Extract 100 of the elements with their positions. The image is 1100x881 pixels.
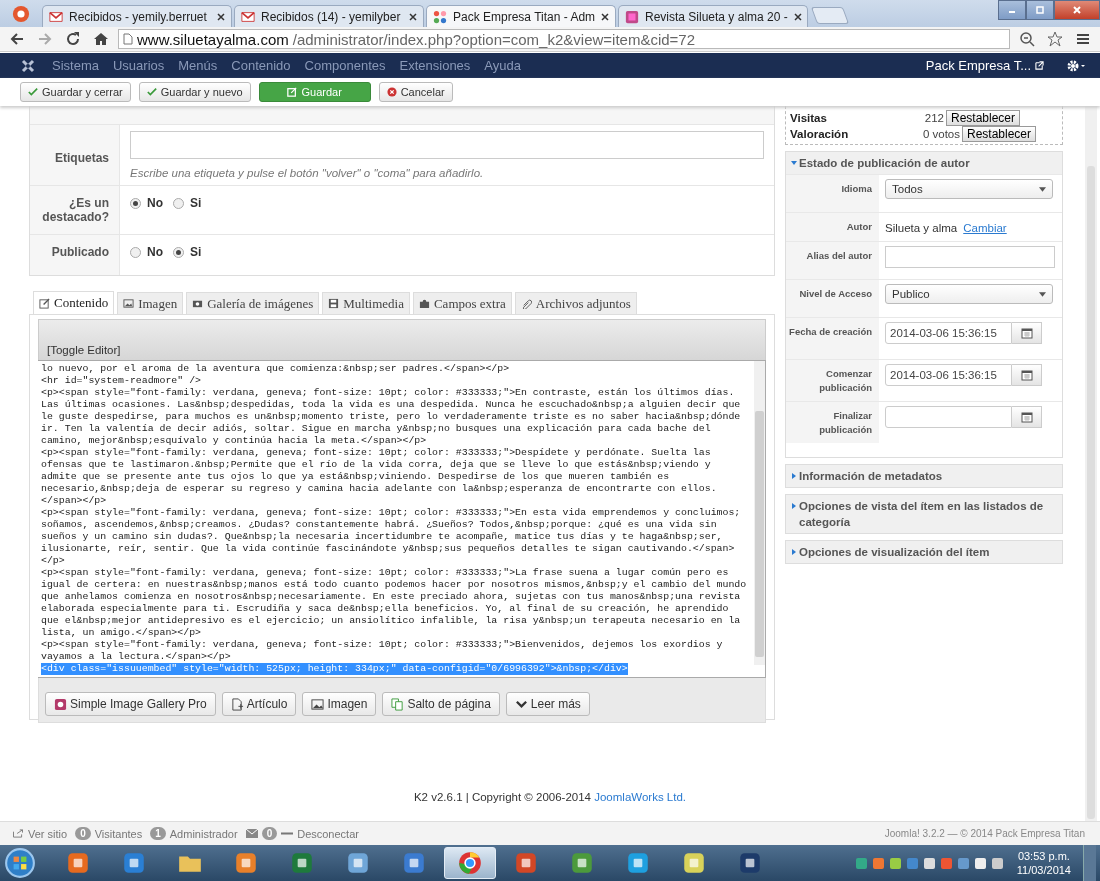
site-link[interactable]: Pack Empresa T... — [925, 58, 1031, 73]
radio-label[interactable]: Si — [190, 245, 202, 259]
menu-item[interactable]: Menús — [178, 58, 218, 73]
field-label: Autor — [846, 221, 872, 232]
editor-tab[interactable]: Imagen — [117, 292, 184, 314]
editor-tab[interactable]: Archivos adjuntos — [514, 292, 637, 314]
tray-icon[interactable] — [991, 857, 1003, 869]
view-site-link[interactable]: Ver sitio — [28, 827, 68, 840]
reset-button[interactable]: Restablecer — [962, 126, 1037, 142]
menu-icon[interactable] — [1075, 31, 1091, 47]
save-button[interactable]: Guardar y cerrar — [20, 82, 131, 102]
editor-button[interactable]: Artículo — [221, 692, 297, 716]
start-button[interactable] — [4, 847, 36, 879]
radio-label[interactable]: Si — [190, 196, 202, 210]
editor-tab[interactable]: Multimedia — [322, 292, 410, 314]
close-icon[interactable] — [793, 12, 802, 21]
code-line: <p><span style="font-family: verdana, geneva; font-size: 10pt; color: #333333;">Despídete y perdónate. Suelta las — [41, 447, 711, 459]
date-field[interactable] — [885, 406, 1012, 428]
editor-button[interactable]: Imagen — [302, 692, 377, 716]
footer-link[interactable]: JoomlaWorks Ltd. — [594, 791, 687, 803]
menu-item[interactable]: Extensiones — [399, 58, 471, 73]
tags-field[interactable] — [130, 131, 764, 159]
calendar-icon — [1020, 369, 1033, 381]
radio-button[interactable] — [130, 247, 141, 258]
code-line: </p> — [41, 555, 65, 567]
calendar-button[interactable] — [1012, 322, 1042, 344]
clock-time: 03:53 p.m. — [1017, 849, 1070, 863]
accordion-header[interactable]: Opciones de visualización del ítem — [786, 541, 1062, 563]
calendar-icon — [1020, 327, 1033, 339]
stat-value: 212 — [923, 112, 944, 124]
alias-field[interactable] — [885, 246, 1055, 268]
field-label: Nivel de Acceso — [799, 288, 872, 299]
scrollbar[interactable] — [754, 361, 765, 665]
tray-icon[interactable] — [889, 857, 901, 869]
accordion-header[interactable]: Opciones de vista del ítem en las listados de categoría — [786, 495, 1062, 533]
browser-tab[interactable]: Pack Empresa Titan - Adm — [426, 5, 616, 27]
browser-tab[interactable]: Recibidos (14) - yemilyber — [234, 5, 424, 27]
close-button[interactable] — [1054, 0, 1100, 20]
close-icon[interactable] — [409, 12, 417, 21]
toggle-editor-link[interactable]: [Toggle Editor] — [47, 344, 121, 356]
editor-button[interactable]: Leer más — [505, 692, 590, 716]
paperclip-icon — [520, 298, 532, 309]
close-icon[interactable] — [217, 12, 225, 21]
editor-tab[interactable]: Contenido — [33, 291, 115, 314]
menu-item[interactable]: Sistema — [52, 58, 99, 73]
zoom-icon[interactable] — [1019, 31, 1035, 47]
calendar-button[interactable] — [1012, 406, 1042, 428]
maximize-button[interactable] — [1026, 0, 1054, 20]
section-title[interactable]: Estado de publicación de autor — [799, 155, 1057, 171]
star-icon[interactable] — [1047, 31, 1063, 47]
radio-button[interactable] — [130, 198, 141, 209]
browser-tab[interactable]: Revista Silueta y alma 20 - — [618, 5, 808, 27]
close-icon[interactable] — [601, 12, 610, 21]
menu-item[interactable]: Ayuda — [484, 58, 521, 73]
editor-button[interactable]: Salto de página — [382, 692, 500, 716]
back-icon[interactable] — [9, 31, 25, 47]
editor-button[interactable]: Simple Image Gallery Pro — [45, 692, 216, 716]
browser-tab[interactable]: Recibidos - yemily.berruet — [42, 5, 232, 27]
address-bar[interactable]: www.siluetayalma.com /administrator/index.php?option=com_k2&view=item&cid=72 — [118, 29, 1010, 49]
tray-icon[interactable] — [872, 857, 884, 869]
browser-menu-icon[interactable] — [12, 5, 30, 23]
count-badge: 1 — [150, 827, 166, 840]
home-icon[interactable] — [93, 31, 109, 47]
radio-label[interactable]: No — [147, 196, 163, 210]
pencil-icon — [287, 87, 298, 97]
tray-icon[interactable] — [855, 857, 867, 869]
menu-item[interactable]: Componentes — [304, 58, 386, 73]
settings-icon[interactable] — [1066, 58, 1086, 73]
code-line: <p><span style="font-family: verdana, geneva; font-size: 10pt; color: #333333;">En contraste, están los últimos días. — [41, 387, 735, 399]
radio-label[interactable]: No — [147, 245, 163, 259]
tray-icon[interactable] — [974, 857, 986, 869]
logo-icon[interactable] — [20, 57, 36, 74]
save-button[interactable]: Guardar y nuevo — [138, 82, 251, 102]
logout-link[interactable]: Desconectar — [297, 827, 359, 840]
date-field[interactable]: 2014-03-06 15:36:15 — [885, 322, 1012, 344]
cancel-button[interactable]: Cancelar — [378, 82, 453, 102]
accordion-header[interactable]: Información de metadatos — [786, 465, 1062, 487]
picture-icon — [123, 298, 135, 309]
menu-item[interactable]: Usuarios — [112, 58, 165, 73]
radio-button[interactable] — [173, 247, 184, 258]
select-field[interactable]: Todos — [885, 179, 1053, 199]
scrollbar[interactable] — [1085, 106, 1097, 821]
editor-tab[interactable]: Galería de imágenes — [186, 292, 320, 314]
calendar-button[interactable] — [1012, 364, 1042, 386]
accordion-header[interactable]: Estado de publicación de autor — [786, 152, 1062, 174]
menu-item[interactable]: Contenido — [231, 58, 291, 73]
code-editor[interactable] — [38, 360, 766, 678]
reset-button[interactable]: Restablecer — [946, 110, 1021, 126]
radio-button[interactable] — [173, 198, 184, 209]
close-icon — [1072, 5, 1082, 15]
tray-icon[interactable] — [923, 857, 935, 869]
reload-icon[interactable] — [65, 31, 81, 47]
select-field[interactable]: Publico — [885, 284, 1053, 304]
change-link[interactable]: Cambiar — [963, 222, 1007, 234]
date-field[interactable]: 2014-03-06 15:36:15 — [885, 364, 1012, 386]
stat-label: Visitas — [790, 112, 828, 124]
taskbar-app[interactable] — [444, 847, 496, 879]
minimize-button[interactable] — [998, 0, 1026, 20]
editor-tab[interactable]: Campos extra — [412, 292, 512, 314]
code-line: que anhelamos comienza en nosotros&nbsp;necesariamente. En este preciado ahora, sujetas con tus manos&nbsp;una revista — [41, 591, 741, 603]
